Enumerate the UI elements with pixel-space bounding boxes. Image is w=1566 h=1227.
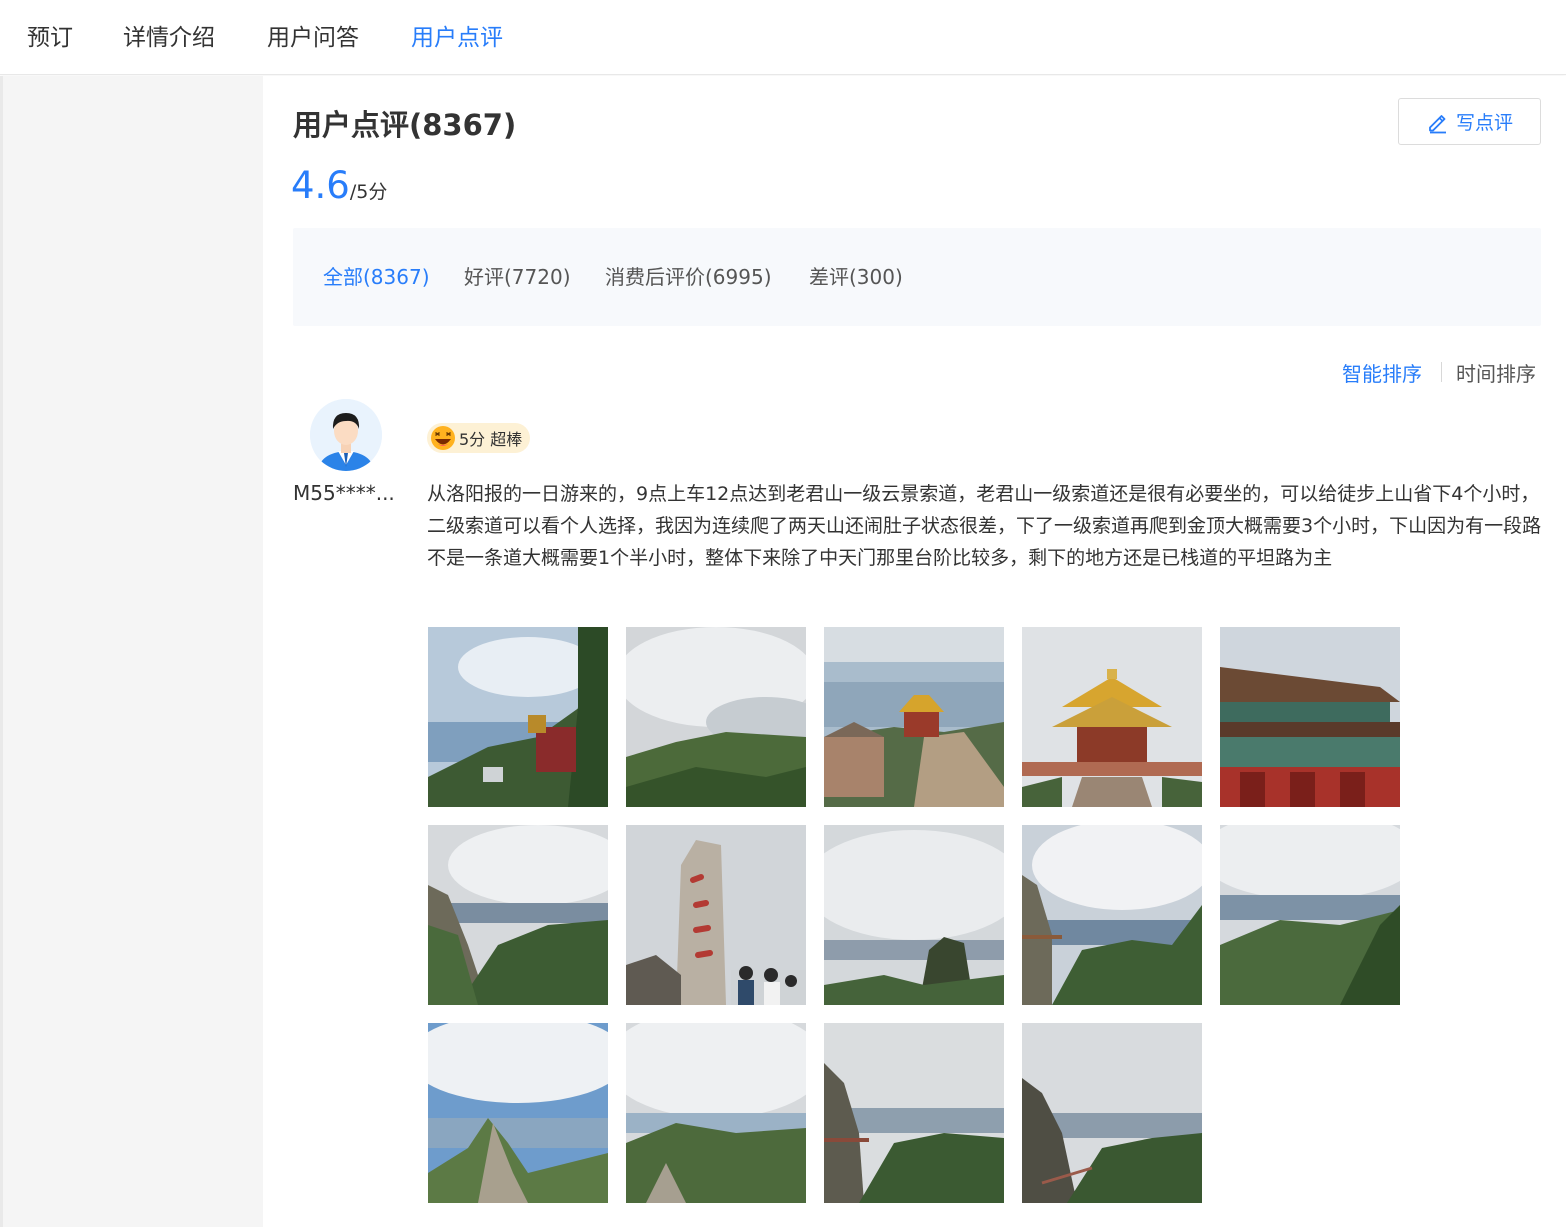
write-review-label: 写点评 <box>1455 112 1513 134</box>
filter-positive[interactable]: 好评(7720) <box>464 261 571 290</box>
tab-details[interactable]: 详情介绍 <box>123 18 215 52</box>
filter-negative[interactable]: 差评(300) <box>809 261 903 290</box>
filter-all[interactable]: 全部(8367) <box>323 261 430 290</box>
reviews-section: 用户点评(8367) 写点评 4.6/5分 全部(8367) 好评(7720) … <box>263 76 1566 1227</box>
review-photo[interactable] <box>824 627 1004 807</box>
top-nav: 预订 详情介绍 用户问答 用户点评 <box>0 0 1566 75</box>
filter-after-purchase[interactable]: 消费后评价(6995) <box>605 261 772 290</box>
avatar[interactable] <box>310 399 382 471</box>
review-text: 从洛阳报的一日游来的，9点上车12点达到老君山一级云景索道，老君山一级索道还是很… <box>427 483 1542 569</box>
review-photo[interactable] <box>1022 627 1202 807</box>
review-photo[interactable] <box>428 825 608 1005</box>
tab-reviews[interactable]: 用户点评 <box>411 18 503 52</box>
rating-badge: 5分 超棒 <box>427 423 531 453</box>
sort-divider <box>1441 362 1442 382</box>
review-photo[interactable] <box>1022 1023 1202 1203</box>
review-photo[interactable] <box>428 627 608 807</box>
overall-score: 4.6/5分 <box>291 164 387 207</box>
review-photo[interactable] <box>428 1023 608 1203</box>
review-photo[interactable] <box>1022 825 1202 1005</box>
review-photo[interactable] <box>626 825 806 1005</box>
review-photo[interactable] <box>1220 627 1400 807</box>
review-photo[interactable] <box>824 825 1004 1005</box>
left-sidebar <box>0 76 263 1227</box>
review-photo[interactable] <box>626 1023 806 1203</box>
tab-booking[interactable]: 预订 <box>27 18 73 52</box>
review-filters: 全部(8367) 好评(7720) 消费后评价(6995) 差评(300) <box>293 228 1541 326</box>
write-review-button[interactable]: 写点评 <box>1398 98 1541 145</box>
tab-qa[interactable]: 用户问答 <box>267 18 359 52</box>
review-photo[interactable] <box>626 627 806 807</box>
sort-time[interactable]: 时间排序 <box>1456 358 1536 387</box>
laughing-face-icon <box>431 426 455 450</box>
user-avatar-icon <box>310 399 382 471</box>
score-value: 4.6 <box>291 164 350 207</box>
reviews-title: 用户点评(8367) <box>293 108 517 142</box>
sort-smart[interactable]: 智能排序 <box>1342 358 1422 387</box>
pencil-icon <box>1429 114 1446 133</box>
score-suffix: /5分 <box>349 181 388 203</box>
review-username[interactable]: M55****... <box>293 481 395 505</box>
review-photo[interactable] <box>1220 825 1400 1005</box>
rating-label: 5分 超棒 <box>459 430 523 449</box>
review-photo[interactable] <box>824 1023 1004 1203</box>
